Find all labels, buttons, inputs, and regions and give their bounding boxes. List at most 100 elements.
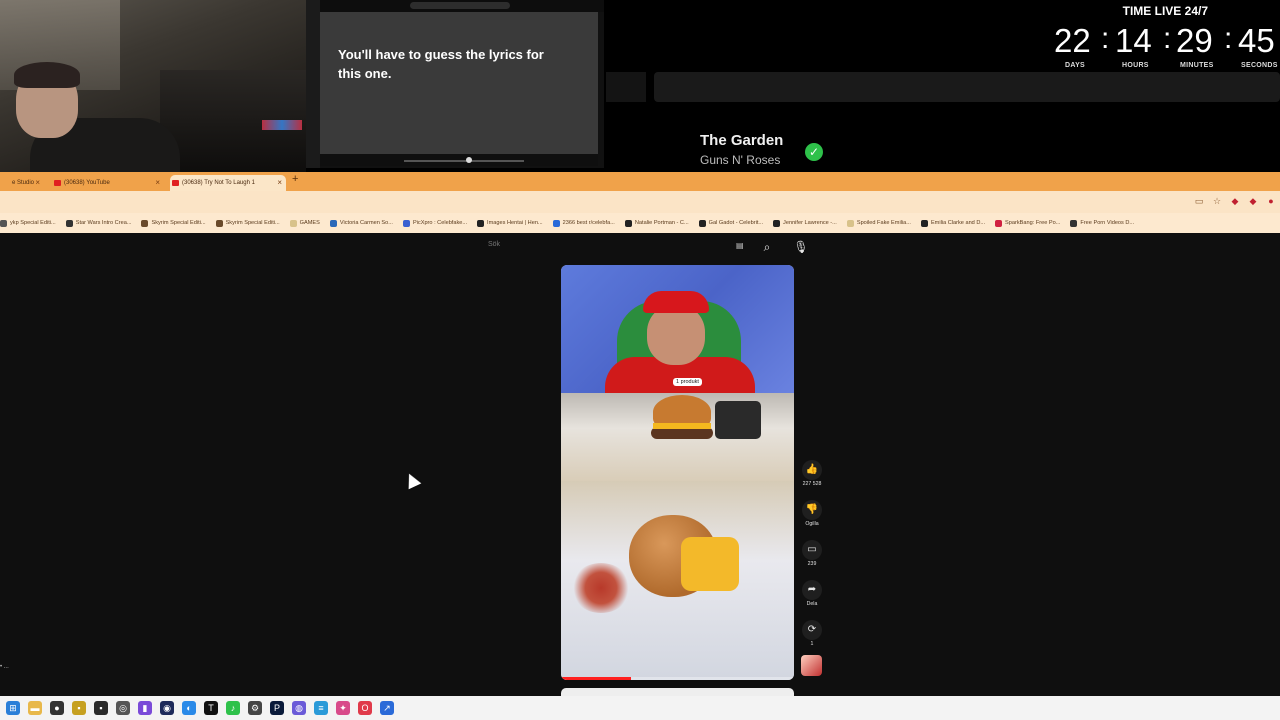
lyrics-card <box>320 12 598 154</box>
app-icon[interactable]: ↗ <box>380 701 394 715</box>
overlay-dark-bar <box>654 72 1280 102</box>
comment-count: 239 <box>807 561 817 567</box>
bookmark-item[interactable]: Natalie Portman - C... <box>624 219 689 227</box>
timer-minutes-label: MINUTES <box>1180 62 1214 69</box>
bookmark-item[interactable]: Skyrim Special Editi... <box>215 219 280 227</box>
spotify-icon[interactable]: ♪ <box>226 701 240 715</box>
search-icon[interactable]: ⌕ <box>758 238 776 256</box>
extension-icon[interactable]: ◆ <box>1248 196 1258 206</box>
lyrics-message: You'll have to guess the lyrics for this… <box>338 47 544 81</box>
browser-tab-bar: e Studio × (30638) YouTube × (30638) Try… <box>0 172 1280 191</box>
check-icon: ✓ <box>805 143 823 161</box>
webcam-rgb-lights <box>262 120 302 130</box>
close-icon[interactable]: × <box>155 175 160 191</box>
stream-overlay: You'll have to guess the lyrics for this… <box>0 0 1280 172</box>
tab-label: e Studio <box>12 180 35 186</box>
timer-heading: TIME LIVE 24/7 <box>1122 4 1208 18</box>
app-icon[interactable]: ◉ <box>160 701 174 715</box>
webcam-feed <box>0 0 306 172</box>
comments-button[interactable]: ▭ 239 <box>798 540 826 567</box>
bookmark-item[interactable]: ykp Special Editi... <box>0 219 56 227</box>
app-icon[interactable]: ◎ <box>116 701 130 715</box>
app-icon[interactable]: ≡ <box>314 701 328 715</box>
star-icon[interactable]: ☆ <box>1212 196 1222 206</box>
tab-label: (30638) YouTube <box>64 180 110 186</box>
app-icon[interactable]: ▮ <box>138 701 152 715</box>
webcam-person-hair <box>14 62 80 88</box>
bookmark-item[interactable]: Skyrim Special Editi... <box>141 219 206 227</box>
timer-hours: 14 <box>1115 22 1152 59</box>
app-icon[interactable]: ▪ <box>72 701 86 715</box>
popup-progress[interactable] <box>404 160 524 162</box>
video-progress-fill <box>561 677 631 680</box>
new-tab-button[interactable]: + <box>292 173 298 185</box>
search-input[interactable]: Sök ▤ <box>480 239 756 255</box>
timer-seconds: 45 <box>1238 22 1275 59</box>
bookmark-item[interactable]: Victoria Carmen So... <box>329 219 393 227</box>
bookmark-item[interactable]: Star Wars Intro Crea... <box>65 219 131 227</box>
tab-label: (30638) Try Not To Laugh 1 <box>182 180 255 186</box>
start-icon[interactable]: ⊞ <box>6 701 20 715</box>
close-icon[interactable]: × <box>35 175 40 191</box>
popup-play-button[interactable] <box>466 157 472 163</box>
app-icon[interactable]: T <box>204 701 218 715</box>
next-short-preview[interactable] <box>561 688 794 696</box>
product-tag[interactable]: 1 produkt <box>673 378 702 386</box>
share-button[interactable]: ➦ Dela <box>798 580 826 607</box>
video-frame-squished-burger <box>561 481 794 680</box>
bookmark-item[interactable]: Free Porn Videos D... <box>1070 219 1134 227</box>
edge-icon[interactable]: ◐ <box>182 701 196 715</box>
bookmark-item[interactable]: Spoiled Fake Emilia... <box>846 219 911 227</box>
share-icon: ➦ <box>802 580 822 600</box>
bookmark-item[interactable]: Images Hentai | Hen... <box>477 219 543 227</box>
thumbs-down-icon: 👎 <box>802 500 822 520</box>
youtube-shorts-page: Sök ▤ ⌕ 🎙 1 produkt 👍 227 528 👎 Ogilla ▭… <box>0 233 1280 696</box>
sauce-stain <box>571 563 631 613</box>
bookmark-item[interactable]: Jennifer Lawrence -... <box>773 219 837 227</box>
app-icon[interactable]: ● <box>50 701 64 715</box>
remix-count: 1 <box>810 641 814 647</box>
bookmark-item[interactable]: 2366 best r/celebfa... <box>552 219 615 227</box>
bookmark-item[interactable]: Gal Gadot - Celebrit... <box>698 219 763 227</box>
extension-icon[interactable]: ◆ <box>1230 196 1240 206</box>
bookmark-folder[interactable]: GAMES <box>289 219 320 227</box>
file-explorer-icon[interactable]: ▬ <box>28 701 42 715</box>
microphone-icon[interactable]: 🎙 <box>792 238 810 256</box>
search-placeholder: Sök <box>488 241 501 248</box>
opera-icon[interactable]: O <box>358 701 372 715</box>
like-button[interactable]: 👍 227 528 <box>798 460 826 487</box>
like-count: 227 528 <box>802 481 822 487</box>
bookmark-item[interactable]: PicXpro : Celebfake... <box>402 219 467 227</box>
settings-icon[interactable]: ⚙ <box>248 701 262 715</box>
video-frame-person: 1 produkt <box>561 265 794 393</box>
song-artist: Guns N' Roses <box>700 153 781 167</box>
browser-toolbar: ▭ ☆ ◆ ◆ ● <box>0 191 1280 213</box>
bookmark-item[interactable]: SparkBang: Free Po... <box>995 219 1060 227</box>
app-icon[interactable]: ◍ <box>292 701 306 715</box>
tab-studio[interactable]: e Studio × <box>0 175 44 191</box>
video-progress-bar[interactable] <box>561 677 794 680</box>
burger-cheese <box>653 423 711 429</box>
close-icon[interactable]: × <box>277 175 282 191</box>
remix-button[interactable]: ⟳ 1 <box>798 620 826 647</box>
app-icon[interactable]: ▪ <box>94 701 108 715</box>
dislike-button[interactable]: 👎 Ogilla <box>798 500 826 527</box>
bookmarks-bar: ykp Special Editi... Star Wars Intro Cre… <box>0 213 1280 233</box>
song-title: The Garden <box>700 132 784 149</box>
keyboard-icon[interactable]: ▤ <box>736 242 746 250</box>
photoshop-icon[interactable]: P <box>270 701 284 715</box>
timer-hours-label: HOURS <box>1122 62 1149 69</box>
bookmark-item[interactable]: Emilia Clarke and D... <box>920 219 985 227</box>
tab-try-not-to-laugh[interactable]: (30638) Try Not To Laugh 1 × <box>170 175 286 191</box>
profile-icon[interactable]: ● <box>1266 196 1276 206</box>
timer-minutes: 29 <box>1176 22 1213 59</box>
tab-youtube[interactable]: (30638) YouTube × <box>52 175 164 191</box>
overlay-dark-box <box>606 72 646 102</box>
timer-separator: : <box>1101 22 1110 55</box>
channel-avatar[interactable] <box>801 655 822 676</box>
app-icon[interactable]: ✦ <box>336 701 350 715</box>
dislike-label: Ogilla <box>805 521 819 527</box>
popup-player-bar <box>320 154 598 166</box>
screen-cast-icon[interactable]: ▭ <box>1194 196 1204 206</box>
short-video-player[interactable]: 1 produkt <box>561 265 794 680</box>
